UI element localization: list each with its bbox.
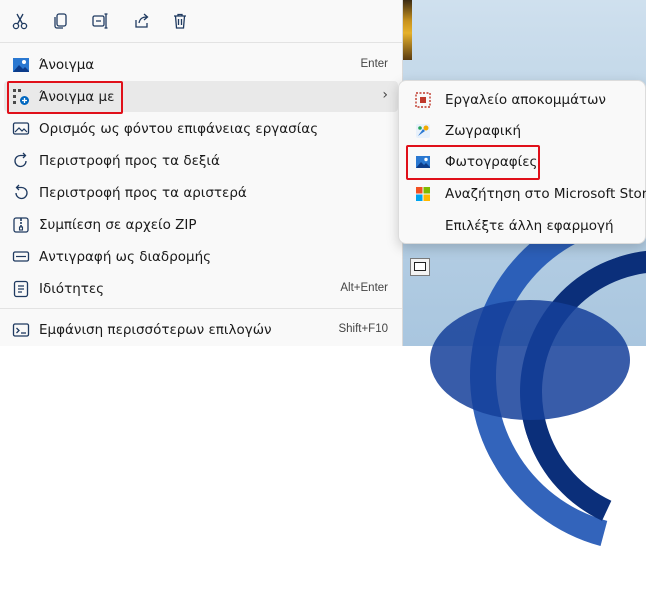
submenu-item-microsoft-store[interactable]: Αναζήτηση στο Microsoft Store xyxy=(403,179,646,209)
submenu-item-paint[interactable]: Ζωγραφική xyxy=(403,116,641,146)
shortcut-text: Alt+Enter xyxy=(340,282,388,294)
menu-item-open-with[interactable]: Άνοιγμα με › xyxy=(4,81,398,112)
menu-item-label: Περιστροφή προς τα αριστερά xyxy=(39,185,247,201)
copy-path-icon xyxy=(12,251,30,262)
separator xyxy=(0,308,402,309)
menu-item-label: Ιδιότητες xyxy=(39,281,105,297)
rename-icon[interactable] xyxy=(89,10,111,32)
wallpaper-bloom xyxy=(430,300,630,420)
cut-icon[interactable] xyxy=(9,10,31,32)
zip-icon xyxy=(13,217,29,233)
menu-item-label: Αντιγραφή ως διαδρομής xyxy=(39,249,212,265)
menu-item-label: Άνοιγμα xyxy=(39,57,95,73)
submenu-item-snipping-tool[interactable]: Εργαλείο αποκομμάτων xyxy=(403,85,641,115)
submenu-item-photos[interactable]: Φωτογραφίες xyxy=(403,147,641,177)
menu-item-open[interactable]: Άνοιγμα Enter xyxy=(4,49,398,80)
menu-item-compress-zip[interactable]: Συμπίεση σε αρχείο ZIP xyxy=(4,209,398,240)
photo-icon xyxy=(13,58,29,72)
rotate-left-icon xyxy=(15,184,28,200)
shortcut-text: Enter xyxy=(360,58,389,70)
photos-app-icon xyxy=(416,156,430,168)
delete-icon[interactable] xyxy=(169,10,191,32)
store-icon xyxy=(416,187,430,201)
open-with-icon xyxy=(13,89,29,105)
chevron-right-icon: › xyxy=(382,87,388,103)
wallpaper-icon xyxy=(12,122,30,135)
menu-item-label: Ορισμός ως φόντου επιφάνειας εργασίας xyxy=(39,121,319,137)
menu-item-copy-as-path[interactable]: Αντιγραφή ως διαδρομής xyxy=(4,241,398,272)
submenu-item-label: Εργαλείο αποκομμάτων xyxy=(445,92,606,108)
paint-icon xyxy=(416,124,430,138)
share-icon[interactable] xyxy=(131,10,153,32)
rotate-right-icon xyxy=(14,152,27,168)
submenu-item-label: Ζωγραφική xyxy=(445,123,521,139)
menu-item-label: Άνοιγμα με xyxy=(39,89,115,105)
more-options-icon xyxy=(12,323,30,337)
submenu-item-choose-another-app[interactable]: Επιλέξτε άλλη εφαρμογή xyxy=(403,211,641,241)
context-menu-toolbar xyxy=(0,0,402,42)
menu-item-label: Συμπίεση σε αρχείο ZIP xyxy=(39,217,197,233)
open-with-submenu: Εργαλείο αποκομμάτων Ζωγραφική Φωτογραφί… xyxy=(398,80,646,244)
properties-icon xyxy=(13,280,29,298)
snipping-tool-icon xyxy=(415,92,431,108)
menu-item-label: Εμφάνιση περισσότερων επιλογών xyxy=(39,322,272,338)
menu-item-label: Περιστροφή προς τα δεξιά xyxy=(39,153,220,169)
desktop-window-icon[interactable] xyxy=(410,258,430,276)
menu-item-set-wallpaper[interactable]: Ορισμός ως φόντου επιφάνειας εργασίας xyxy=(4,113,398,144)
submenu-item-label: Φωτογραφίες xyxy=(445,154,538,170)
menu-item-properties[interactable]: Ιδιότητες Alt+Enter xyxy=(4,273,398,304)
context-menu: Άνοιγμα Enter Άνοιγμα με › Ορισμός ως φό… xyxy=(0,0,403,346)
menu-item-show-more-options[interactable]: Εμφάνιση περισσότερων επιλογών Shift+F10 xyxy=(4,314,398,345)
shortcut-text: Shift+F10 xyxy=(338,323,388,335)
submenu-item-label: Επιλέξτε άλλη εφαρμογή xyxy=(445,218,614,234)
submenu-item-label: Αναζήτηση στο Microsoft Store xyxy=(445,186,646,202)
separator xyxy=(0,42,402,43)
menu-item-rotate-left[interactable]: Περιστροφή προς τα αριστερά xyxy=(4,177,398,208)
copy-icon[interactable] xyxy=(50,10,72,32)
menu-item-rotate-right[interactable]: Περιστροφή προς τα δεξιά xyxy=(4,145,398,176)
